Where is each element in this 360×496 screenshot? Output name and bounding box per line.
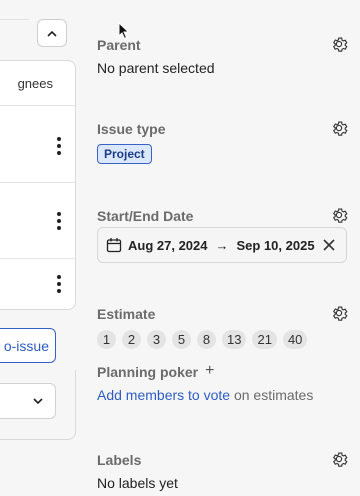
estimate-chip-21[interactable]: 21 <box>252 330 277 349</box>
more-options-icon[interactable] <box>57 275 61 293</box>
gear-icon[interactable] <box>330 206 348 224</box>
gear-icon[interactable] <box>330 35 348 53</box>
column-header-assignees: gnees <box>0 61 75 106</box>
labels-value[interactable]: No labels yet <box>97 475 178 491</box>
chevron-up-icon <box>47 30 57 37</box>
end-date[interactable]: Sep 10, 2025 <box>237 238 315 253</box>
add-sub-issue-button[interactable]: o-issue <box>0 328 56 363</box>
calendar-icon <box>106 238 122 253</box>
sub-issue-dropdown[interactable] <box>0 383 56 419</box>
planning-poker-text: Add members to vote on estimates <box>97 387 313 403</box>
more-options-icon[interactable] <box>57 212 61 230</box>
divider <box>0 19 29 20</box>
add-poker-icon[interactable]: + <box>205 362 214 380</box>
planning-poker-title: Planning poker <box>97 364 199 380</box>
table-row[interactable] <box>0 259 75 309</box>
poker-suffix-text: on estimates <box>230 387 314 403</box>
estimate-title: Estimate <box>97 306 156 322</box>
collapse-button[interactable] <box>37 19 67 47</box>
estimate-chip-1[interactable]: 1 <box>97 330 116 349</box>
estimate-chip-3[interactable]: 3 <box>147 330 166 349</box>
more-options-icon[interactable] <box>57 137 61 155</box>
arrow-icon: → <box>215 237 229 253</box>
gear-icon[interactable] <box>330 304 348 322</box>
estimate-chip-8[interactable]: 8 <box>197 330 216 349</box>
parent-title: Parent <box>97 37 141 53</box>
estimate-options: 1 2 3 5 8 13 21 40 <box>97 330 308 349</box>
subissues-panel: gnees o-issue <box>0 0 78 496</box>
add-members-link[interactable]: Add members to vote <box>97 387 230 403</box>
table-row[interactable] <box>0 183 75 259</box>
chevron-down-icon <box>33 397 43 404</box>
estimate-chip-40[interactable]: 40 <box>282 330 308 349</box>
close-icon[interactable] <box>322 238 336 252</box>
gear-icon[interactable] <box>330 119 348 137</box>
estimate-chip-5[interactable]: 5 <box>172 330 191 349</box>
issue-type-title: Issue type <box>97 121 166 137</box>
date-title: Start/End Date <box>97 208 194 224</box>
estimate-chip-13[interactable]: 13 <box>222 330 247 349</box>
start-date[interactable]: Aug 27, 2024 <box>128 238 208 253</box>
estimate-chip-2[interactable]: 2 <box>122 330 141 349</box>
date-range-field[interactable]: Aug 27, 2024 → Sep 10, 2025 <box>97 227 347 263</box>
gear-icon[interactable] <box>330 450 348 468</box>
labels-title: Labels <box>97 452 142 468</box>
issue-type-tag[interactable]: Project <box>97 144 152 164</box>
table-row[interactable] <box>0 106 75 183</box>
parent-value[interactable]: No parent selected <box>97 60 215 76</box>
subissues-card: gnees <box>0 60 76 310</box>
